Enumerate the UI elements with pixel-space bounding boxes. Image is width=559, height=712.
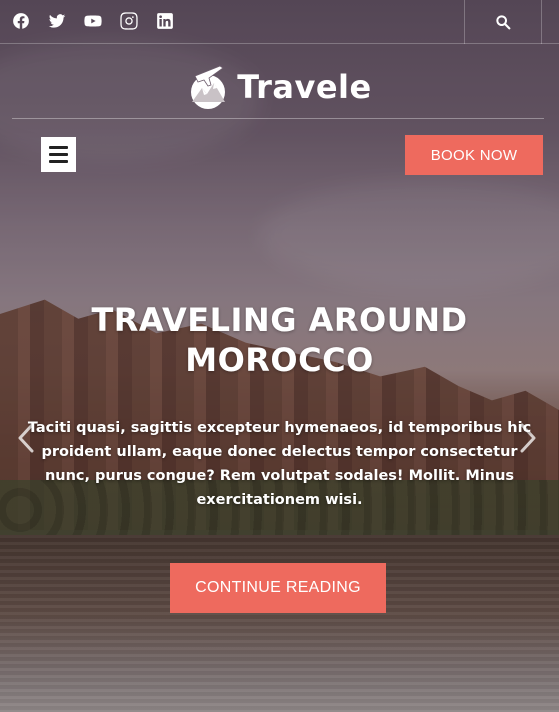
hamburger-menu-icon <box>49 146 68 149</box>
twitter-icon[interactable] <box>48 12 66 30</box>
logo-text: Travele <box>237 68 372 106</box>
continue-reading-button[interactable]: CONTINUE READING <box>170 563 386 613</box>
search-icon <box>496 15 511 30</box>
facebook-icon[interactable] <box>12 12 30 30</box>
hero-slider: Travele BOOK NOW TRAVELING AROUND MOROCC… <box>0 0 559 712</box>
slide-title-line1: TRAVELING AROUND <box>91 301 468 339</box>
hamburger-menu-icon-bar <box>49 153 68 156</box>
plane-mountain-logo-icon <box>191 65 226 109</box>
social-links <box>12 12 174 30</box>
linkedin-icon[interactable] <box>156 12 174 30</box>
slide-title-line2: MOROCCO <box>185 341 374 379</box>
book-now-button[interactable]: BOOK NOW <box>405 135 543 175</box>
menu-toggle-button[interactable] <box>41 137 76 172</box>
site-logo[interactable]: Travele <box>0 58 559 116</box>
slide-excerpt: Taciti quasi, sagittis excepteur hymenae… <box>27 420 532 508</box>
top-bar <box>0 0 559 44</box>
search-button[interactable] <box>464 0 542 44</box>
instagram-icon[interactable] <box>120 12 138 30</box>
slide-title: TRAVELING AROUND MOROCCO <box>40 300 519 380</box>
hamburger-menu-icon-bar <box>49 160 68 163</box>
youtube-icon[interactable] <box>84 12 102 30</box>
header-divider <box>12 118 544 119</box>
